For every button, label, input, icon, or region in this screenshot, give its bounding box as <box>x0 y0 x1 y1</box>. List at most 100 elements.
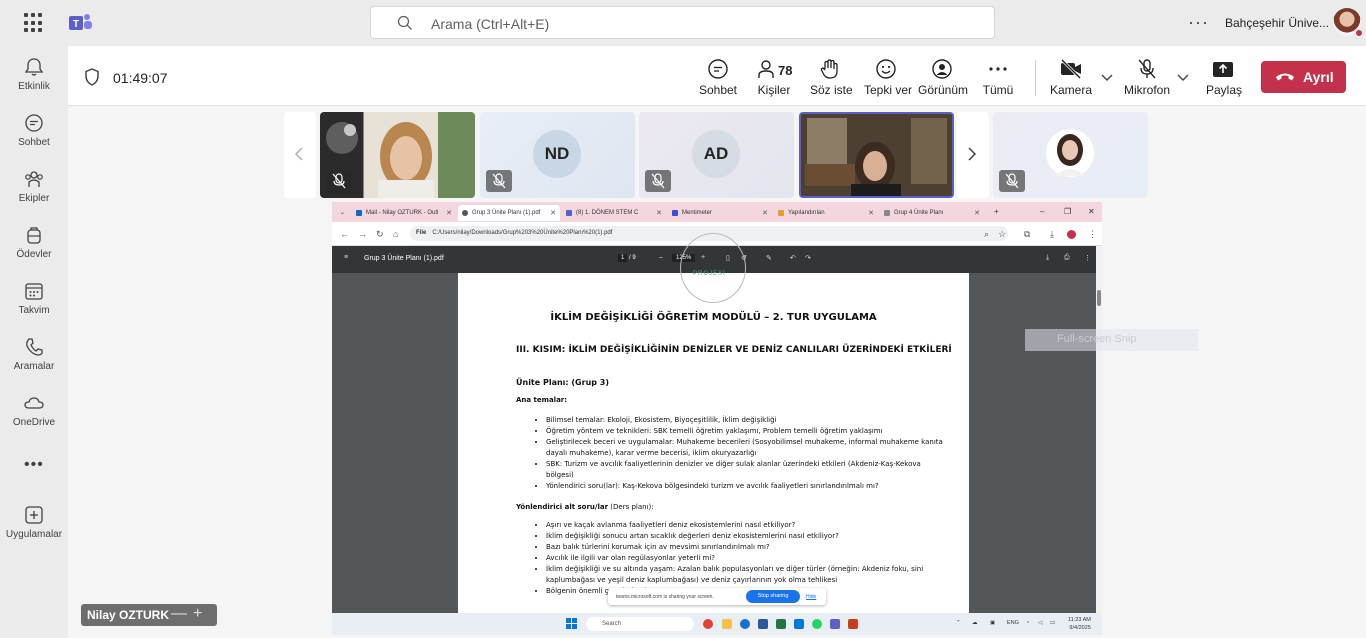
taskbar-clock[interactable]: 11:23 AM 9/4/2025 <box>1068 616 1091 632</box>
tray-app-icon[interactable]: ▣ <box>990 620 995 626</box>
whatsapp-icon[interactable] <box>812 619 822 629</box>
pdf-more-icon[interactable]: ⋮ <box>1084 254 1091 262</box>
edge-icon[interactable] <box>740 619 750 629</box>
excel-icon[interactable] <box>776 619 786 629</box>
draw-icon[interactable]: ✎ <box>766 254 772 262</box>
participant-tile-nd[interactable]: ND <box>480 112 635 198</box>
participant-tile-video[interactable] <box>320 112 475 198</box>
tab-list-chevron-icon[interactable]: ⌄ <box>338 205 348 221</box>
app-launcher-icon[interactable] <box>24 13 44 33</box>
gallery-prev-button[interactable] <box>284 112 316 198</box>
zoom-out-icon[interactable]: — <box>171 605 187 623</box>
settings-more-icon[interactable]: ··· <box>1188 12 1209 33</box>
shield-icon[interactable] <box>84 68 100 86</box>
word-icon[interactable] <box>758 619 768 629</box>
react-button[interactable]: Tepki ver <box>864 58 912 102</box>
rail-item-assignments[interactable]: Ödevler <box>0 224 68 274</box>
close-icon[interactable]: ✕ <box>762 209 768 217</box>
bookmark-star-icon[interactable]: ☆ <box>998 229 1006 240</box>
rail-item-onedrive[interactable]: OneDrive <box>0 392 68 442</box>
org-name[interactable]: Bahçeşehir Ünive... <box>1225 16 1329 30</box>
rail-item-calendar[interactable]: Takvim <box>0 280 68 330</box>
themes-heading: Ana temalar: <box>516 396 568 404</box>
taskbar-search[interactable]: Search <box>586 617 694 631</box>
battery-icon[interactable]: ▭ <box>1050 620 1055 626</box>
tray-chevron-icon[interactable]: ⌃ <box>956 620 961 626</box>
powerpoint-icon[interactable] <box>848 619 858 629</box>
browser-tab[interactable]: Grup 4 Ünite Planı ✕ <box>880 205 984 221</box>
reload-icon[interactable]: ↻ <box>376 229 384 240</box>
teams-taskbar-icon[interactable] <box>830 619 840 629</box>
muted-indicator <box>999 170 1025 192</box>
gallery-next-button[interactable] <box>957 112 989 198</box>
redo-icon[interactable]: ↷ <box>805 254 811 262</box>
window-close-icon[interactable]: ✕ <box>1088 207 1095 216</box>
chat-button[interactable]: Sohbet <box>698 58 738 102</box>
back-icon[interactable]: ← <box>340 229 349 239</box>
close-icon[interactable]: ✕ <box>550 209 556 217</box>
hide-notice-link[interactable]: Hide <box>806 594 816 600</box>
undo-icon[interactable]: ↶ <box>790 254 796 262</box>
browser-tab[interactable]: Yapılandırılan ✕ <box>774 205 878 221</box>
scrollbar-thumb[interactable] <box>1097 290 1101 306</box>
rail-item-teams[interactable]: Ekipler <box>0 168 68 218</box>
page-current[interactable]: 1 <box>618 254 628 262</box>
camera-options-chevron-icon[interactable] <box>1101 74 1113 82</box>
browser-tab[interactable]: Mail - Nilay OZTURK - Outl ✕ <box>352 205 456 221</box>
close-icon[interactable]: ✕ <box>868 209 874 217</box>
wifi-icon[interactable]: ◔ <box>1026 620 1029 626</box>
more-button[interactable]: Tümü <box>982 58 1014 102</box>
minimize-icon[interactable]: – <box>1040 207 1044 216</box>
browser-tab[interactable]: (8) 1. DÖNEM STEM C ✕ <box>562 205 666 221</box>
browser-tab[interactable]: Mentimeter ✕ <box>668 205 772 221</box>
camera-button[interactable]: Kamera <box>1050 58 1092 102</box>
restore-icon[interactable]: ❐ <box>1064 207 1071 216</box>
browser-menu-icon[interactable]: ⋮ <box>1088 229 1097 240</box>
rail-item-calls[interactable]: Aramalar <box>0 336 68 386</box>
language-indicator[interactable]: ENG <box>1007 620 1019 626</box>
more-apps-icon[interactable]: ••• <box>24 456 44 474</box>
volume-icon[interactable]: ◁ <box>1038 620 1042 626</box>
leave-button[interactable]: Ayrıl <box>1261 61 1346 93</box>
stop-sharing-button[interactable]: Stop sharing <box>746 590 800 603</box>
rail-item-chat[interactable]: Sohbet <box>0 112 68 162</box>
new-tab-icon[interactable]: + <box>994 207 999 216</box>
list-item: İklim değişikliği sonucu artan sıcaklık … <box>546 531 946 542</box>
forward-icon[interactable]: → <box>358 229 367 239</box>
download-icon[interactable]: ⤓ <box>1050 229 1054 240</box>
mic-button[interactable]: Mikrofon <box>1124 58 1170 102</box>
participant-tile-active-speaker[interactable] <box>799 112 954 198</box>
chrome-icon[interactable] <box>703 619 713 629</box>
people-button[interactable]: 78 Kişiler <box>756 58 792 102</box>
outlook-icon[interactable] <box>794 619 804 629</box>
browser-tab-active[interactable]: Grup 3 Ünite Planı (1).pdf ✕ <box>458 205 560 221</box>
print-icon[interactable]: ⎙ <box>1064 254 1070 262</box>
pdf-download-icon[interactable]: ⤓ <box>1046 254 1049 262</box>
tray-cloud-icon[interactable]: ☁ <box>972 620 978 626</box>
close-icon[interactable]: ✕ <box>656 209 662 217</box>
file-explorer-icon[interactable] <box>722 619 732 629</box>
raise-hand-button[interactable]: Söz iste <box>810 58 853 102</box>
zoom-out-icon[interactable]: – <box>659 254 663 261</box>
people-count: 78 <box>778 63 793 78</box>
participant-tile-avatar[interactable] <box>993 112 1148 198</box>
windows-start-icon[interactable] <box>566 618 577 629</box>
pdf-scrollbar[interactable] <box>1096 246 1102 613</box>
browser-profile-icon[interactable] <box>1067 230 1076 239</box>
pdf-viewer[interactable]: PROJESİ İKLİM DEĞİŞİKLİĞİ ÖĞRETİM MODÜLÜ… <box>332 233 1096 613</box>
view-button[interactable]: Görünüm <box>918 58 968 102</box>
participant-tile-ad[interactable]: AD <box>639 112 794 198</box>
zoom-in-icon[interactable]: + <box>193 605 202 623</box>
home-icon[interactable]: ⌂ <box>393 229 398 239</box>
hamburger-menu-icon[interactable]: ≡ <box>344 254 348 261</box>
rail-item-activity[interactable]: Etkinlik <box>0 56 68 106</box>
chat-icon <box>708 59 728 79</box>
close-icon[interactable]: ✕ <box>974 209 980 217</box>
close-icon[interactable]: ✕ <box>446 209 452 217</box>
share-button[interactable]: Paylaş <box>1206 58 1242 102</box>
extensions-icon[interactable]: ⧉ <box>1024 229 1030 240</box>
zoom-icon[interactable]: ⌕ <box>984 229 989 240</box>
mic-options-chevron-icon[interactable] <box>1177 74 1189 82</box>
rail-item-apps[interactable]: Uygulamalar <box>0 504 68 554</box>
search-box[interactable]: Arama (Ctrl+Alt+E) <box>370 6 995 39</box>
